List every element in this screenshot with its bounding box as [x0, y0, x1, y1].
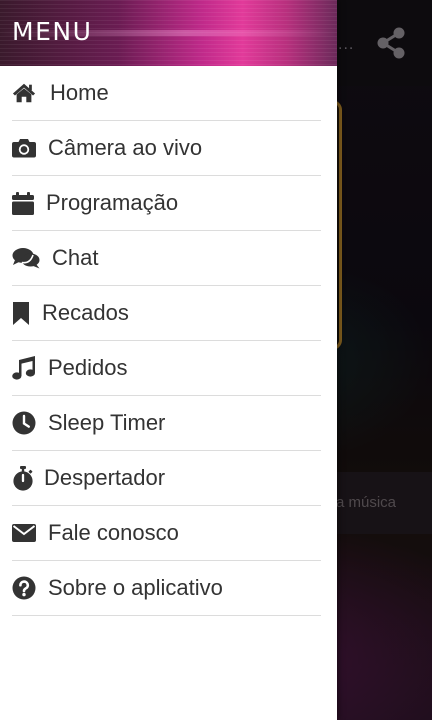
envelope-icon [12, 521, 36, 545]
menu-item-sleep-timer[interactable]: Sleep Timer [12, 396, 321, 451]
menu-item-contact[interactable]: Fale conosco [12, 506, 321, 561]
menu-item-label: Sobre o aplicativo [48, 575, 223, 600]
drawer-title: MENU [12, 17, 93, 46]
menu-item-about[interactable]: Sobre o aplicativo [12, 561, 321, 616]
menu-item-label: Pedidos [48, 355, 128, 380]
menu-item-label: Sleep Timer [48, 410, 166, 435]
menu-item-requests[interactable]: Pedidos [12, 341, 321, 396]
menu-item-label: Despertador [44, 465, 166, 490]
menu-item-label: Fale conosco [48, 520, 179, 545]
menu-item-chat[interactable]: Chat [12, 231, 321, 286]
question-circle-icon [12, 576, 36, 600]
menu-item-home[interactable]: Home [12, 66, 321, 121]
camera-icon [12, 136, 36, 160]
menu-item-label: Câmera ao vivo [48, 135, 203, 160]
menu-item-label: Recados [42, 300, 129, 325]
drawer-header: MENU [0, 0, 337, 66]
music-note-icon [12, 356, 36, 380]
menu-item-messages[interactable]: Recados [12, 286, 321, 341]
menu-item-label: Programação [46, 190, 179, 215]
menu-item-live-camera[interactable]: Câmera ao vivo [12, 121, 321, 176]
menu-item-alarm[interactable]: Despertador [12, 451, 321, 506]
home-icon [12, 81, 36, 105]
bookmark-icon [12, 301, 32, 325]
menu-item-schedule[interactable]: Programação [12, 176, 321, 231]
menu-item-label: Home [50, 80, 109, 105]
stopwatch-icon [12, 465, 34, 491]
menu-item-label: Chat [52, 245, 99, 270]
navigation-drawer: MENU Home Câmera ao vivo Programação Cha… [0, 0, 337, 720]
calendar-icon [12, 191, 36, 215]
chat-icon [12, 246, 40, 270]
clock-icon [12, 411, 36, 435]
menu-list: Home Câmera ao vivo Programação Chat Rec… [0, 66, 337, 616]
